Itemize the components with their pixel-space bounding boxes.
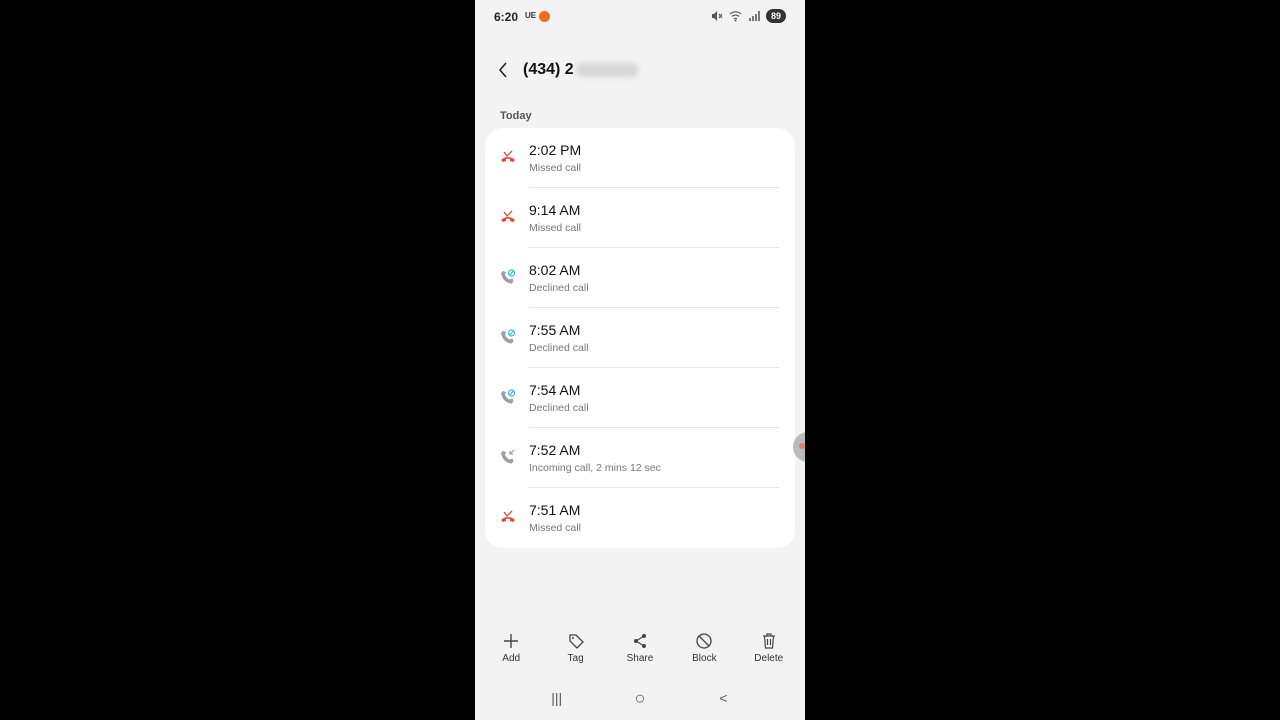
delete-button[interactable]: Delete [742,632,796,672]
call-status: Declined call [529,342,589,354]
trash-icon [762,633,775,649]
call-status: Declined call [529,402,589,414]
status-icons: 89 [711,9,786,23]
carrier-label: UE [525,11,537,20]
plus-icon [504,634,519,648]
redacted-number [575,62,638,77]
header: (434) 2 [493,56,805,84]
nav-back-button[interactable]: < [703,686,743,710]
mute-icon [711,11,723,21]
phone-screen: 6:20 UE 89 (434) 2 Today 2:02 PM Missed c… [475,0,805,720]
call-log-row[interactable]: 9:14 AM Missed call [485,188,795,248]
share-button[interactable]: Share [613,632,667,672]
delete-label: Delete [754,653,784,664]
back-icon: < [719,690,728,706]
home-button[interactable]: ○ [620,686,660,710]
call-status: Declined call [529,282,589,294]
declined-call-icon [499,388,517,406]
section-label-today: Today [500,110,532,122]
back-button[interactable] [493,56,513,84]
call-status: Missed call [529,522,581,534]
missed-call-icon [499,508,517,526]
tag-icon [568,634,584,649]
block-button[interactable]: Block [677,632,731,672]
wifi-icon [729,11,742,22]
call-log-row[interactable]: 7:54 AM Declined call [485,368,795,428]
contact-title: (434) 2 [523,61,638,79]
system-navbar: ||| ○ < [475,686,805,710]
call-log-row[interactable]: 7:52 AM Incoming call, 2 mins 12 sec [485,428,795,488]
notification-icon [539,11,550,22]
call-time: 7:52 AM [529,442,581,458]
share-icon [633,634,646,648]
call-status: Missed call [529,162,581,174]
battery-badge: 89 [765,9,786,23]
call-log-row[interactable]: 2:02 PM Missed call [485,128,795,188]
declined-call-icon [499,268,517,286]
status-time: 6:20 [494,10,519,24]
call-log-row[interactable]: 8:02 AM Declined call [485,248,795,308]
call-time: 7:55 AM [529,322,581,338]
missed-call-icon [499,208,517,226]
declined-call-icon [499,328,517,346]
call-time: 7:51 AM [529,502,581,518]
home-icon: ○ [634,687,646,708]
chevron-left-icon [498,62,507,78]
block-icon [696,633,713,649]
call-status: Incoming call, 2 mins 12 sec [529,462,661,474]
call-time: 8:02 AM [529,262,581,278]
call-time: 2:02 PM [529,142,582,158]
recents-icon: ||| [551,690,563,706]
add-button[interactable]: Add [484,632,538,672]
add-label: Add [502,653,521,664]
recents-button[interactable]: ||| [537,686,577,710]
call-log-row[interactable]: 7:55 AM Declined call [485,308,795,368]
call-history-list: 2:02 PM Missed call 9:14 AM Missed call 8:02… [485,128,795,548]
incoming-call-icon [499,448,517,466]
tag-label: Tag [567,653,584,664]
signal-icon [748,11,760,21]
action-bar: Add Tag Share Block Delete [475,632,805,672]
share-label: Share [626,653,654,664]
call-time: 7:54 AM [529,382,581,398]
status-bar: 6:20 UE 89 [475,8,805,26]
contact-number: (434) 2 [523,61,574,78]
call-log-row[interactable]: 7:51 AM Missed call [485,488,795,548]
block-label: Block [692,653,717,664]
tag-button[interactable]: Tag [549,632,603,672]
call-time: 9:14 AM [529,202,581,218]
call-status: Missed call [529,222,581,234]
missed-call-icon [499,148,517,166]
